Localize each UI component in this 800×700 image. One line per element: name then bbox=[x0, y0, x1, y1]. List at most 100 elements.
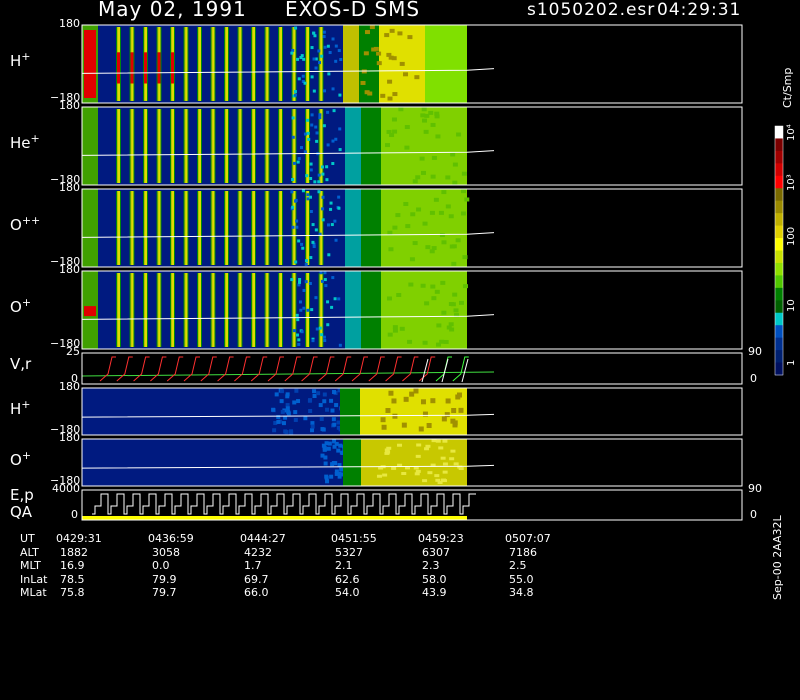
spectrogram-speckle bbox=[337, 297, 341, 301]
spectrogram-speckle bbox=[425, 245, 431, 250]
spectrogram-speckle bbox=[295, 225, 299, 229]
spectrogram-speckle bbox=[325, 407, 330, 412]
panel-label-superscript: + bbox=[21, 397, 31, 411]
orbit-cell: 0459:23 bbox=[418, 532, 464, 545]
spectrogram-speckle bbox=[452, 292, 458, 297]
spectrogram-speckle bbox=[312, 57, 316, 61]
spectrogram-speckle bbox=[442, 439, 448, 443]
spectrogram-stripe bbox=[226, 109, 228, 183]
spectrogram-speckle bbox=[290, 278, 294, 282]
spectrogram-speckle bbox=[285, 394, 290, 399]
spectrogram-speckle bbox=[435, 134, 441, 139]
orbit-row-label: InLat bbox=[20, 572, 48, 586]
orbit-cell: 4232 bbox=[244, 545, 272, 559]
spectrogram-speckle bbox=[380, 417, 386, 423]
panel-label: H+ bbox=[10, 50, 31, 70]
spectrogram-speckle bbox=[461, 171, 467, 176]
colorbar-segment bbox=[775, 163, 783, 177]
spectrogram-speckle bbox=[304, 280, 308, 284]
panel-label-secondary: QA bbox=[10, 503, 33, 521]
spectrogram-transition bbox=[361, 189, 381, 267]
right-tick-max: 90 bbox=[748, 345, 762, 358]
spectrogram-speckle bbox=[403, 201, 409, 206]
spectrogram-transition bbox=[343, 25, 359, 103]
spectrogram-speckle bbox=[412, 179, 418, 184]
colorbar-segment bbox=[775, 138, 783, 152]
panel-label: H+ bbox=[10, 398, 31, 418]
spectrogram-speckle bbox=[307, 398, 312, 403]
spectrogram-speckle bbox=[392, 92, 398, 97]
spectrogram-speckle bbox=[285, 406, 290, 411]
spectrogram-speckle bbox=[323, 339, 327, 343]
spectrogram-speckle bbox=[331, 139, 335, 143]
spectrogram-speckle bbox=[322, 335, 326, 339]
spectrogram-speckle bbox=[337, 49, 341, 53]
spectrogram-speckle bbox=[300, 54, 304, 58]
spectrogram-stripe bbox=[266, 273, 269, 347]
spectrogram-block bbox=[361, 439, 467, 486]
colorbar-segment bbox=[775, 188, 783, 202]
spectrogram-speckle bbox=[416, 207, 422, 212]
spectrogram-speckle bbox=[315, 327, 319, 331]
spectrogram-stripe bbox=[253, 27, 255, 101]
spectrogram-speckle bbox=[296, 399, 301, 404]
spectrogram-speckle bbox=[376, 61, 382, 66]
y-tick-max: 180 bbox=[59, 380, 80, 393]
spectrogram-peak bbox=[157, 52, 161, 84]
y-tick-max: 180 bbox=[59, 181, 80, 194]
colorbar-tick: 10 bbox=[786, 299, 799, 323]
spectrogram-speckle bbox=[331, 417, 336, 422]
spectrogram-speckle bbox=[431, 155, 437, 160]
panel-label: O+ bbox=[10, 449, 31, 469]
spectrogram-speckle bbox=[420, 283, 426, 288]
spectrogram-speckle bbox=[456, 132, 462, 137]
spectrogram-speckle bbox=[445, 175, 451, 180]
spectrogram-speckle bbox=[303, 150, 307, 154]
spectrogram-speckle bbox=[327, 72, 331, 76]
spectrogram-speckle bbox=[312, 89, 316, 93]
spectrogram-speckle bbox=[326, 44, 330, 48]
y-tick-max: 180 bbox=[59, 431, 80, 444]
orbit-cell: 7186 bbox=[509, 545, 537, 559]
panel-label-superscript: + bbox=[21, 296, 32, 309]
spectrogram-speckle bbox=[310, 308, 314, 312]
spectrogram-speckle bbox=[386, 52, 392, 57]
spectrogram-speckle bbox=[297, 338, 301, 342]
spectrogram-speckle bbox=[324, 475, 329, 480]
spectrogram-speckle bbox=[301, 189, 305, 193]
colorbar-segment bbox=[775, 275, 783, 289]
qa-bar bbox=[82, 516, 467, 520]
spectrogram-speckle bbox=[331, 87, 335, 91]
spectrogram-speckle bbox=[296, 318, 300, 322]
spectrogram-speckle bbox=[297, 157, 301, 161]
spectrogram-stripe bbox=[226, 273, 228, 347]
spectrogram-speckle bbox=[326, 446, 331, 451]
spectrogram-speckle bbox=[330, 408, 335, 413]
spectrogram-speckle bbox=[297, 342, 301, 346]
orbit-cell: 69.7 bbox=[244, 572, 269, 586]
spectrogram-speckle bbox=[301, 246, 305, 250]
spectrogram-speckle bbox=[320, 333, 324, 337]
spectrogram-speckle bbox=[295, 313, 299, 317]
spectrogram-speckle bbox=[376, 51, 382, 56]
spectrogram-stripe bbox=[320, 109, 323, 183]
side-label: Sep-00 2AA32L bbox=[771, 515, 791, 700]
spectrogram-speckle bbox=[438, 210, 444, 215]
spectrogram-speckle bbox=[302, 306, 306, 310]
y-tick-max: 25 bbox=[66, 345, 80, 358]
spectrogram-stripe bbox=[212, 191, 215, 265]
spectrogram-stripe bbox=[172, 109, 174, 183]
spectrogram-speckle bbox=[371, 47, 377, 52]
spectrogram-speckle bbox=[324, 284, 328, 288]
spectrogram-speckle bbox=[280, 409, 285, 414]
spectrogram-speckle bbox=[444, 412, 450, 418]
spectrogram-speckle bbox=[414, 75, 420, 80]
colorbar-segment bbox=[775, 362, 783, 376]
spectrogram-transition bbox=[361, 107, 381, 185]
orbit-cell: 79.7 bbox=[152, 586, 177, 599]
spectrogram-transition bbox=[345, 189, 361, 267]
spectrogram-speckle bbox=[450, 152, 456, 157]
orbit-cell: 6307 bbox=[422, 545, 450, 559]
colorbar-segment bbox=[775, 225, 783, 239]
spectrogram-speckle bbox=[452, 180, 458, 185]
